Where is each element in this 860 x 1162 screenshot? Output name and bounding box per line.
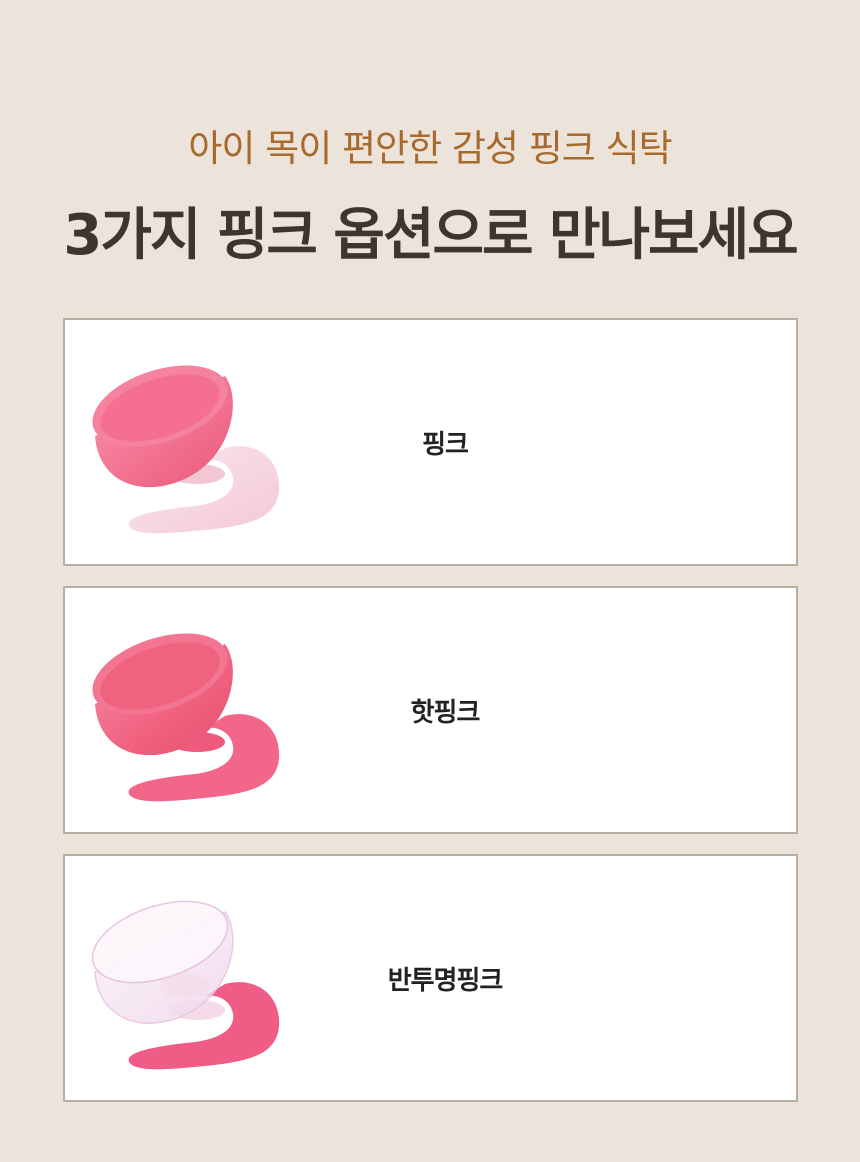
header-subtitle: 아이 목이 편안한 감성 핑크 식탁: [188, 127, 672, 170]
page: 아이 목이 편안한 감성 핑크 식탁 3가지 핑크 옵션으로 만나보세요 핑크 …: [0, 0, 860, 1162]
pink-bowl-image: [92, 365, 280, 534]
option-label: 핫핑크: [410, 698, 481, 728]
option-card-translucent-pink[interactable]: 반투명핑크: [63, 854, 798, 1102]
option-label: 핑크: [422, 430, 469, 460]
hot-pink-bowl-image: [92, 633, 280, 802]
header-title: 3가지 핑크 옵션으로 만나보세요: [63, 203, 798, 268]
option-card-hot-pink[interactable]: 핫핑크: [63, 586, 798, 834]
option-label: 반투명핑크: [387, 966, 504, 996]
option-card-pink[interactable]: 핑크: [63, 318, 798, 566]
translucent-pink-bowl-image: [91, 900, 280, 1070]
